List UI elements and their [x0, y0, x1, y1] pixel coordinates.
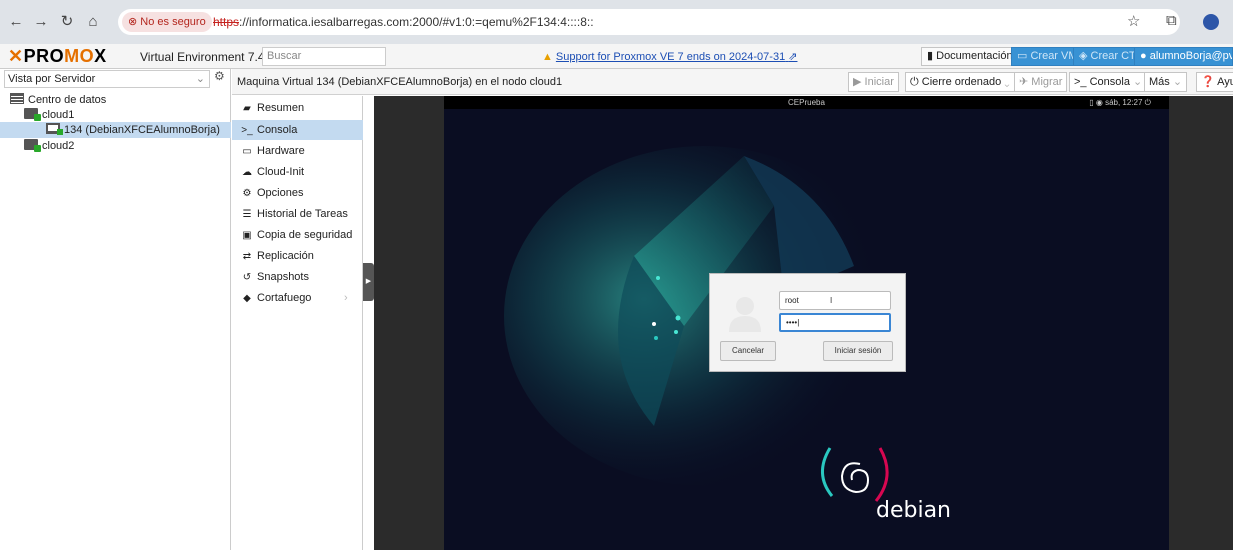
login-dialog: root I ••••| Cancelar Iniciar sesión: [709, 273, 906, 372]
accessibility-icon: ◉: [1095, 98, 1103, 107]
menu-item-cloud-init[interactable]: ☁ Cloud-Init: [232, 162, 363, 182]
shield-icon: ◆: [243, 293, 251, 304]
chevron-down-icon: ⌄: [1133, 76, 1143, 88]
menu-item-replicacion[interactable]: ⇄ Replicación: [232, 246, 363, 266]
tree-item-cloud2[interactable]: cloud2: [0, 138, 231, 154]
version-label: Virtual Environment 7.4-19: [140, 50, 282, 64]
view-selector[interactable]: Vista por Servidor ⌄: [4, 70, 210, 88]
chevron-down-icon: ⌄: [1004, 76, 1010, 88]
security-label: No es seguro: [140, 16, 206, 28]
search-input[interactable]: Buscar: [262, 47, 386, 66]
support-notice-link[interactable]: ▲ Support for Proxmox VE 7 ends on 2024-0…: [542, 50, 797, 63]
hostname-label: CEPrueba: [788, 98, 825, 107]
tree-item-cloud1[interactable]: cloud1: [0, 107, 231, 123]
collapse-menu-handle[interactable]: ▶: [363, 263, 374, 301]
reload-icon[interactable]: ↻: [57, 12, 77, 32]
node-icon: [24, 139, 41, 152]
vm-top-panel: CEPrueba ▯ ◉ sáb, 12:27 ⏻: [444, 96, 1169, 109]
question-icon: ❓: [1201, 76, 1215, 88]
chevron-down-icon: ⌄: [195, 73, 205, 85]
list-icon: ☰: [242, 209, 252, 220]
menu-item-hardware[interactable]: ▭ Hardware: [232, 141, 363, 161]
power-icon: ⏻: [1144, 98, 1151, 107]
page-title: Maquina Virtual 134 (DebianXFCEAlumnoBor…: [237, 76, 563, 88]
book-icon: ▮: [927, 50, 934, 62]
menu-item-snapshots[interactable]: ↺ Snapshots: [232, 267, 363, 287]
user-menu-button[interactable]: ● alumnoBorja@pve: [1134, 47, 1233, 66]
history-icon: ↺: [242, 272, 252, 283]
node-icon: [24, 108, 41, 121]
tree-item-vm-134[interactable]: 134 (DebianXFCEAlumnoBorja): [0, 122, 231, 138]
send-icon: ✈: [1019, 76, 1029, 88]
help-button[interactable]: ❓ Ayud: [1196, 72, 1233, 92]
menu-item-consola[interactable]: >_ Consola: [232, 120, 363, 140]
text-cursor-icon: I: [830, 296, 833, 305]
resource-tree-panel: Vista por Servidor ⌄ ⚙ Centro de datos cl…: [0, 69, 231, 550]
proxmox-logo[interactable]: ✕PROMOX: [8, 46, 107, 66]
forward-icon[interactable]: →: [31, 12, 51, 32]
address-bar[interactable]: ⊗ No es seguro https://informatica.iesal…: [118, 9, 1180, 35]
content-header: Maquina Virtual 134 (DebianXFCEAlumnoBor…: [232, 69, 1233, 95]
bookmark-star-icon[interactable]: ☆: [1127, 12, 1140, 30]
cloud-icon: ☁: [242, 167, 252, 178]
url-text: https://informatica.iesalbarregas.com:20…: [213, 15, 594, 29]
chevron-right-icon: ›: [344, 292, 348, 304]
terminal-icon: >_: [1074, 76, 1087, 88]
cancel-button[interactable]: Cancelar: [720, 341, 776, 361]
vm-screen[interactable]: CEPrueba ▯ ◉ sáb, 12:27 ⏻ root I ••••| Ca…: [444, 96, 1169, 550]
password-field[interactable]: ••••|: [779, 313, 891, 332]
external-link-icon: ⇗: [788, 51, 798, 63]
battery-icon: ▯: [1089, 98, 1094, 107]
cube-icon: ◈: [1079, 50, 1088, 62]
start-button[interactable]: ▶ Iniciar: [848, 72, 899, 92]
documentation-button[interactable]: ▮ Documentación: [921, 47, 1019, 66]
migrate-button[interactable]: ✈ Migrar: [1014, 72, 1068, 92]
tree-item-datacenter[interactable]: Centro de datos: [0, 92, 231, 108]
username-field[interactable]: root I: [779, 291, 891, 310]
vm-console[interactable]: CEPrueba ▯ ◉ sáb, 12:27 ⏻ root I ••••| Ca…: [374, 96, 1233, 550]
security-badge[interactable]: ⊗ No es seguro: [122, 12, 212, 32]
terminal-icon: >_: [241, 125, 253, 136]
floppy-icon: ▣: [242, 230, 252, 241]
datacenter-icon: [10, 93, 24, 104]
vm-status-area[interactable]: ▯ ◉ sáb, 12:27 ⏻: [1089, 96, 1151, 109]
play-icon: ▶: [853, 76, 862, 88]
monitor-icon: ▭: [1017, 50, 1028, 62]
proxmox-header: ✕PROMOX Virtual Environment 7.4-19 Busca…: [0, 44, 1233, 69]
login-button[interactable]: Iniciar sesión: [823, 341, 893, 361]
menu-item-cortafuego[interactable]: ◆ Cortafuego ›: [232, 288, 363, 308]
menu-item-historial[interactable]: ☰ Historial de Tareas: [232, 204, 363, 224]
menu-item-resumen[interactable]: ▰ Resumen: [232, 98, 363, 118]
back-icon[interactable]: ←: [6, 12, 26, 32]
debian-logo-text: debian: [876, 498, 952, 523]
console-button[interactable]: >_ Consola ⌄: [1069, 72, 1148, 92]
shutdown-button[interactable]: ⏻ Cierre ordenado ⌄: [905, 72, 1015, 92]
menu-item-opciones[interactable]: ⚙ Opciones: [232, 183, 363, 203]
book-icon: ▰: [243, 103, 251, 114]
menu-item-backup[interactable]: ▣ Copia de seguridad: [232, 225, 363, 245]
power-icon: ⏻: [910, 76, 919, 88]
home-icon[interactable]: ⌂: [83, 12, 103, 32]
user-avatar-icon: [727, 294, 763, 332]
browser-toolbar: ← → ↻ ⌂ ⊗ No es seguro https://informati…: [0, 0, 1233, 44]
logo-x-icon: ✕: [8, 46, 24, 66]
profile-avatar[interactable]: [1203, 14, 1219, 30]
warning-circle-icon: ⊗: [128, 16, 138, 28]
extensions-icon[interactable]: ⧉: [1166, 12, 1177, 29]
retweet-icon: ⇄: [242, 251, 252, 262]
gear-icon: ⚙: [242, 188, 252, 199]
monitor-icon: ▭: [242, 146, 252, 157]
user-icon: ●: [1140, 50, 1147, 62]
chevron-down-icon: ⌄: [1172, 76, 1183, 88]
vm-running-icon: [46, 123, 63, 135]
create-ct-button[interactable]: ◈ Crear CT: [1073, 47, 1142, 66]
warning-icon: ▲: [542, 51, 553, 63]
vm-menu: ▰ Resumen >_ Consola ▭ Hardware ☁ Cloud-Init…: [232, 96, 363, 550]
gear-icon[interactable]: ⚙: [214, 69, 225, 83]
more-button[interactable]: Más ⌄: [1144, 72, 1188, 92]
